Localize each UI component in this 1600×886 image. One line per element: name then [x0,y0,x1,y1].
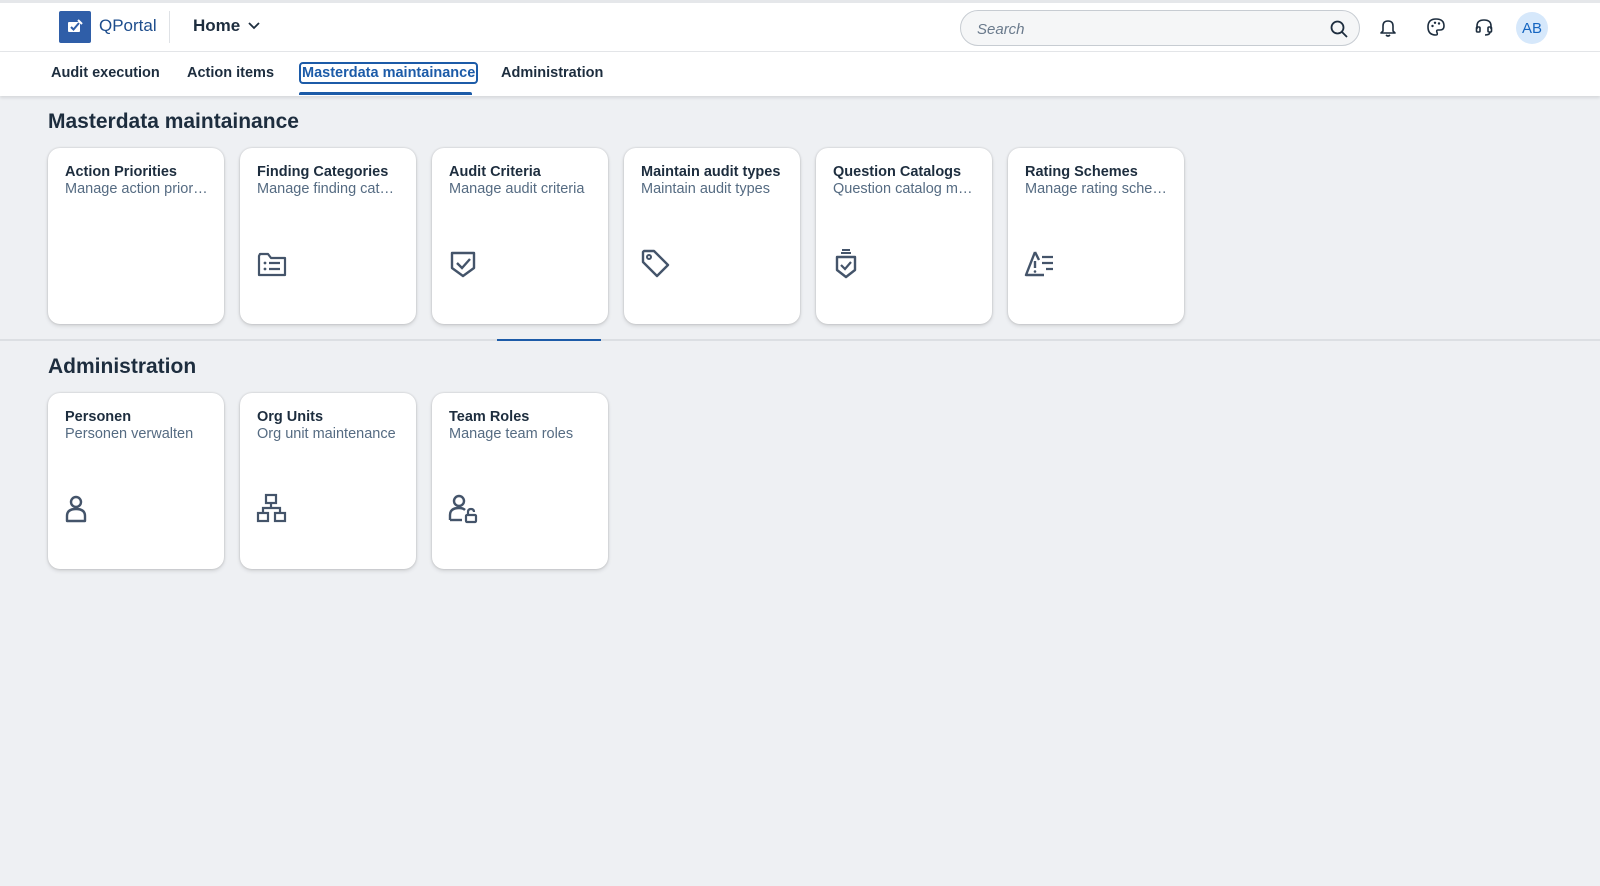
palette-icon [1427,18,1445,36]
tile-personen[interactable]: Personen Personen verwalten [48,393,224,569]
org-chart-icon [256,493,287,523]
tab-audit-execution[interactable]: Audit execution [51,65,160,81]
person-lock-icon [448,494,478,524]
tile-audit-criteria[interactable]: Audit Criteria Manage audit criteria [432,148,608,324]
product-name[interactable]: QPortal [99,16,157,36]
person-icon [65,495,87,523]
tile-subtitle: Manage audit criteria [449,181,585,197]
tag-icon [641,249,670,278]
tile-question-catalogs[interactable]: Question Catalogs Question catalog maint… [816,148,992,324]
tile-title: Rating Schemes [1025,164,1138,180]
list-folder-icon [257,252,287,277]
warning-list-icon [1024,251,1053,277]
search-icon[interactable] [1329,19,1349,39]
chevron-down-icon [248,22,260,30]
tile-title: Question Catalogs [833,164,962,180]
shield-check-icon [450,251,476,278]
support-button[interactable] [1471,14,1497,40]
tile-team-roles[interactable]: Team Roles Manage team roles [432,393,608,569]
theme-button[interactable] [1423,14,1449,40]
tile-finding-categories[interactable]: Finding Categories Manage finding catego… [240,148,416,324]
tile-maintain-audit-types[interactable]: Maintain audit types Maintain audit type… [624,148,800,324]
tab-action-items[interactable]: Action items [187,65,274,81]
tile-title: Team Roles [449,409,530,425]
tile-subtitle: Question catalog maintenance [833,181,978,197]
bell-icon [1380,20,1396,37]
section-title-masterdata: Masterdata maintainance [48,110,299,133]
user-avatar[interactable]: AB [1516,12,1548,44]
tile-title: Maintain audit types [641,164,781,180]
tile-subtitle: Manage rating schemes [1025,181,1170,197]
selected-tab-indicator [299,92,472,95]
tile-rating-schemes[interactable]: Rating Schemes Manage rating schemes [1008,148,1184,324]
tile-title: Action Priorities [65,164,177,180]
notifications-button[interactable] [1375,14,1401,40]
logo-icon [68,19,83,32]
tab-administration[interactable]: Administration [501,65,603,81]
catalog-check-icon [835,249,857,279]
home-menu-label: Home [193,16,241,35]
section-anchor-marker [497,339,601,341]
tile-title: Finding Categories [257,164,389,180]
headset-icon [1475,19,1493,36]
tile-subtitle: Manage action priorities [65,181,210,197]
tile-org-units[interactable]: Org Units Org unit maintenance [240,393,416,569]
tile-subtitle: Personen verwalten [65,426,194,442]
tile-subtitle: Manage finding categories [257,181,402,197]
tile-title: Org Units [257,409,324,425]
section-title-administration: Administration [48,355,197,378]
header-divider [169,11,170,43]
section-divider [0,339,1600,341]
shell-bar: QPortal Home Search AB [0,0,1600,52]
tab-masterdata-maintainance[interactable]: Masterdata maintainance [299,62,479,84]
search-input[interactable] [977,19,1317,39]
tile-action-priorities[interactable]: Action Priorities Manage action prioriti… [48,148,224,324]
search-field[interactable] [960,10,1360,46]
tab-bar: Audit execution Action items Masterdata … [0,52,1600,96]
tile-subtitle: Maintain audit types [641,181,770,197]
home-menu-button[interactable]: Home [193,16,260,36]
tile-title: Audit Criteria [449,164,541,180]
tile-subtitle: Manage team roles [449,426,574,442]
app-logo[interactable] [59,11,91,43]
tile-title: Personen [65,409,132,425]
tile-subtitle: Org unit maintenance [257,426,396,442]
